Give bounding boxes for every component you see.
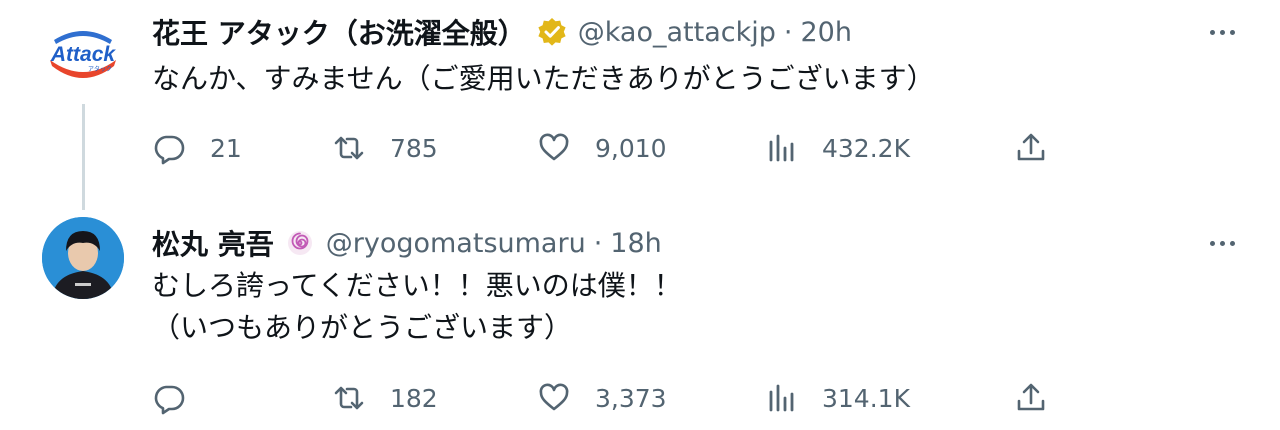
gold-verified-badge-icon[interactable] (536, 16, 568, 48)
share-button[interactable] (1014, 378, 1048, 418)
reply-count: 21 (210, 133, 242, 163)
reply-bubble-icon (154, 385, 185, 415)
more-horizontal-icon[interactable] (1204, 18, 1240, 46)
reply-button[interactable]: 21 (152, 128, 242, 168)
svg-text:アタック: アタック (88, 65, 112, 73)
spiral-emoji-icon (284, 227, 316, 259)
analytics-bars-icon (769, 134, 794, 162)
retweet-icon (334, 136, 364, 160)
attack-logo-icon: Attack アタック (45, 17, 121, 93)
separator-dot: · (783, 16, 793, 48)
like-button[interactable]: 3,373 (537, 378, 667, 418)
svg-text:Attack: Attack (50, 43, 117, 66)
heart-icon (539, 133, 569, 161)
user-handle[interactable]: @ryogomatsumaru (326, 228, 586, 259)
tweet-actions: 182 3,373 314.1K (152, 378, 1252, 418)
user-handle[interactable]: @kao_attackjp (578, 17, 776, 48)
display-name[interactable]: 花王 アタック（お洗濯全般） (152, 12, 526, 52)
display-name[interactable]: 松丸 亮吾 (152, 223, 274, 263)
share-button[interactable] (1014, 128, 1048, 168)
tweet-thread: Attack アタック 花王 アタック（お洗濯全般） @kao_attackjp… (0, 0, 1280, 430)
tweet[interactable]: 松丸 亮吾 @ryogomatsumaru · 18h むしろ誇ってください！！… (0, 205, 1280, 430)
like-count: 3,373 (595, 383, 667, 413)
retweet-count: 785 (390, 133, 438, 163)
timestamp[interactable]: 20h (800, 17, 851, 48)
tweet-actions: 21 785 9,010 432.2K (152, 128, 1252, 168)
tweet-text: なんか、すみません（ご愛用いただきありがとうございます） (152, 58, 935, 100)
retweet-button[interactable]: 785 (332, 128, 438, 168)
tweet-text-line: なんか、すみません（ご愛用いただきありがとうございます） (152, 62, 935, 95)
like-count: 9,010 (595, 133, 667, 163)
avatar[interactable]: Attack アタック (42, 14, 124, 96)
tweet-text-line: むしろ誇ってください！！悪いのは僕！！ (152, 269, 682, 302)
tweet-text: むしろ誇ってください！！悪いのは僕！！ （いつもありがとうございます） (152, 265, 682, 349)
separator-dot: · (593, 227, 603, 259)
views-button[interactable]: 314.1K (764, 378, 910, 418)
reply-bubble-icon (154, 135, 185, 165)
views-count: 432.2K (822, 133, 910, 163)
views-count: 314.1K (822, 383, 910, 413)
tweet[interactable]: Attack アタック 花王 アタック（お洗濯全般） @kao_attackjp… (0, 0, 1280, 205)
timestamp[interactable]: 18h (610, 228, 661, 259)
retweet-count: 182 (390, 383, 438, 413)
more-horizontal-icon[interactable] (1204, 229, 1240, 257)
like-button[interactable]: 9,010 (537, 128, 667, 168)
profile-photo (42, 217, 124, 299)
analytics-bars-icon (769, 384, 794, 412)
retweet-icon (334, 386, 364, 410)
heart-icon (539, 383, 569, 411)
retweet-button[interactable]: 182 (332, 378, 438, 418)
reply-button[interactable] (152, 378, 210, 418)
avatar[interactable] (42, 217, 124, 299)
tweet-header: 花王 アタック（お洗濯全般） @kao_attackjp · 20h (152, 12, 852, 52)
tweet-header: 松丸 亮吾 @ryogomatsumaru · 18h (152, 223, 662, 263)
tweet-text-line: （いつもありがとうございます） (152, 311, 573, 344)
share-upload-icon (1017, 383, 1045, 411)
share-upload-icon (1017, 133, 1045, 161)
views-button[interactable]: 432.2K (764, 128, 910, 168)
